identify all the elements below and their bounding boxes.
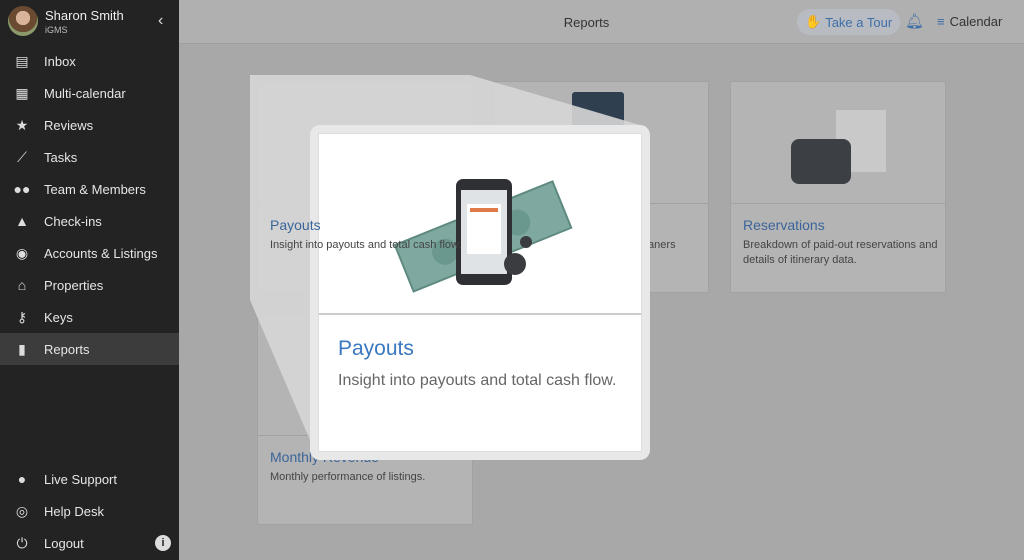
popup-desc: Insight into payouts and total cash flow…: [338, 372, 617, 389]
card-title: Payouts: [270, 217, 321, 233]
card-desc: Insight into payouts and total cash flow…: [270, 239, 462, 251]
popup-title: Payouts: [338, 337, 414, 360]
payouts-illustration: [319, 134, 641, 315]
magnified-card[interactable]: Payouts Insight into payouts and total c…: [310, 125, 650, 460]
phone-money-icon: [393, 179, 573, 293]
